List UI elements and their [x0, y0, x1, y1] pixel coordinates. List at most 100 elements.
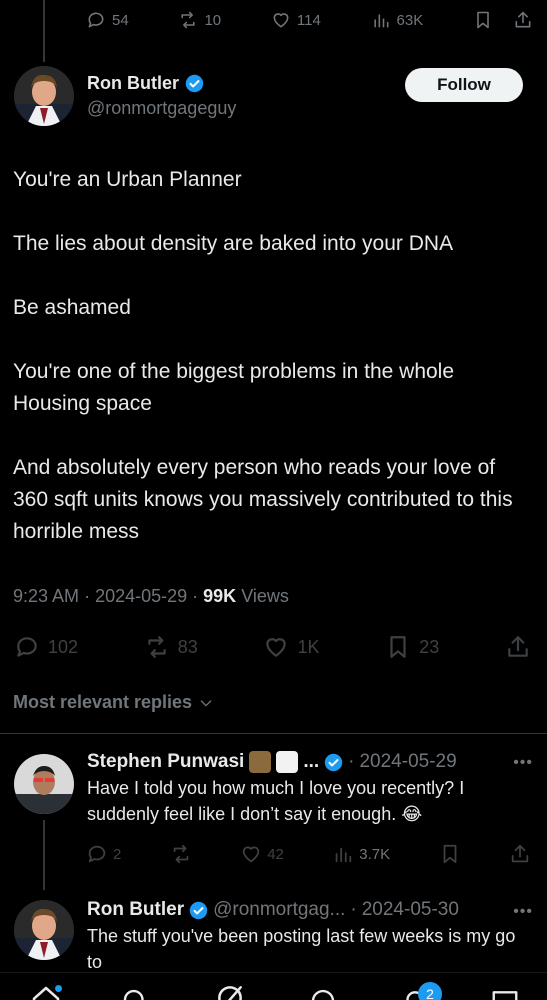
reply-author-name[interactable]: Ron Butler	[87, 899, 184, 921]
tweet-views-count: 99K	[203, 586, 237, 606]
views-count: 3.7K	[359, 845, 391, 863]
heart-icon	[242, 846, 260, 863]
reply-date[interactable]: 2024-05-29	[359, 751, 456, 773]
bottom-navigation	[0, 972, 547, 1000]
follow-button[interactable]: Follow	[405, 68, 523, 102]
bookmark-count: 23	[419, 636, 440, 657]
bookmark-icon	[443, 844, 456, 864]
reply-actions: 2 42 3.7K	[86, 843, 531, 865]
reply-author-name[interactable]: Stephen Punwasi	[87, 751, 244, 773]
reply-button[interactable]: 54	[86, 10, 129, 30]
author-avatar[interactable]	[14, 66, 74, 126]
verified-badge-icon	[324, 753, 343, 771]
bookmark-button[interactable]	[439, 843, 461, 865]
author-name[interactable]: Ron Butler	[87, 73, 179, 94]
separator: ·	[192, 586, 204, 606]
author-handle[interactable]: @ronmortgageguy	[87, 98, 236, 119]
separator: ·	[84, 586, 96, 606]
tweet-paragraph: You're one of the biggest problems in th…	[13, 360, 455, 415]
chevron-down-icon	[200, 699, 212, 706]
share-button[interactable]	[505, 634, 531, 660]
like-count: 114	[296, 11, 321, 29]
repost-button[interactable]: 10	[178, 10, 221, 30]
bookmark-icon[interactable]	[473, 10, 493, 30]
search-icon[interactable]	[120, 986, 150, 1000]
more-options-icon[interactable]: •••	[513, 903, 533, 921]
chart-decreasing-emoji-icon	[276, 751, 299, 773]
repost-icon	[181, 11, 196, 29]
messages-icon[interactable]	[490, 986, 520, 1000]
thread-connector-line	[43, 820, 45, 890]
reply-button[interactable]: 2	[86, 843, 121, 865]
reply-author-avatar[interactable]	[14, 900, 74, 960]
verified-badge-icon	[189, 901, 208, 919]
home-unread-dot	[55, 985, 62, 992]
tweet-paragraph: The lies about density are baked into yo…	[13, 232, 454, 255]
notifications-badge: 2	[418, 982, 442, 1000]
reply-icon	[17, 637, 37, 657]
reply-count: 102	[48, 636, 79, 657]
divider	[0, 733, 547, 734]
repost-button[interactable]	[170, 843, 192, 865]
author-info[interactable]: Ron Butler @ronmortgageguy	[87, 73, 236, 119]
verified-badge-icon	[185, 74, 204, 93]
views-button[interactable]: 3.7K	[332, 843, 390, 865]
reply-count: 54	[112, 11, 129, 29]
repost-button[interactable]: 83	[144, 634, 198, 660]
reply-item[interactable]: Stephen Punwasi ... · 2024-05-29 Have I …	[87, 751, 527, 827]
name-truncation: ...	[303, 751, 320, 772]
share-button[interactable]	[509, 843, 531, 865]
reply-author-avatar[interactable]	[14, 754, 74, 814]
replies-sort-label: Most relevant replies	[13, 692, 193, 712]
communities-icon[interactable]	[308, 986, 338, 1000]
views-button[interactable]: 63K	[371, 10, 424, 30]
analytics-icon	[373, 14, 389, 28]
share-icon[interactable]	[513, 10, 533, 30]
avatar-image	[14, 900, 74, 960]
views-count: 63K	[396, 11, 424, 29]
reply-header: Ron Butler @ronmortgag... · 2024-05-30	[87, 899, 527, 921]
like-button[interactable]: 114	[271, 10, 321, 30]
like-button[interactable]: 42	[240, 843, 284, 865]
tweet-views-label: Views	[241, 586, 289, 606]
reply-author-handle[interactable]: @ronmortgag...	[213, 899, 345, 921]
tweet-text: You're an Urban Planner The lies about d…	[13, 164, 528, 548]
reply-count: 2	[113, 845, 122, 863]
reply-text: The stuff you've been posting last few w…	[87, 926, 516, 972]
tweet-actions: 102 83 1K 23	[14, 632, 531, 662]
like-count: 1K	[297, 636, 320, 657]
heart-icon	[266, 638, 287, 657]
tweet-time[interactable]: 9:23 AM	[13, 586, 79, 606]
bookmark-button[interactable]: 23	[385, 634, 439, 660]
repost-icon	[173, 844, 189, 864]
house-emoji-icon	[249, 751, 272, 773]
avatar-image	[14, 754, 74, 814]
share-icon	[511, 844, 529, 863]
reply-icon	[88, 12, 104, 28]
bookmark-icon	[390, 636, 406, 658]
tweet-paragraph: Be ashamed	[13, 296, 131, 319]
tweet-paragraph: And absolutely every person who reads yo…	[13, 456, 513, 543]
separator: ·	[350, 899, 357, 920]
grok-icon[interactable]	[214, 982, 246, 1000]
reply-text: Have I told you how much I love you rece…	[87, 778, 465, 824]
tweet-paragraph: You're an Urban Planner	[13, 168, 242, 191]
more-options-icon[interactable]: •••	[513, 754, 533, 772]
reply-button[interactable]: 102	[14, 634, 78, 660]
replies-sort-dropdown[interactable]: Most relevant replies	[13, 692, 214, 713]
heart-icon	[273, 13, 289, 28]
separator: ·	[348, 751, 355, 772]
tweet-metadata: 9:23 AM · 2024-05-29 · 99K Views	[13, 586, 289, 607]
avatar-image	[14, 66, 74, 126]
like-count: 42	[267, 845, 284, 863]
repost-count: 83	[177, 636, 198, 657]
reply-header: Stephen Punwasi ... · 2024-05-29	[87, 751, 527, 773]
reply-item[interactable]: Ron Butler @ronmortgag... · 2024-05-30 T…	[87, 899, 527, 975]
reply-date[interactable]: 2024-05-30	[362, 899, 459, 921]
thread-connector-line	[43, 0, 45, 62]
tweet-date[interactable]: 2024-05-29	[95, 586, 187, 606]
share-icon	[508, 636, 528, 657]
like-button[interactable]: 1K	[263, 634, 320, 660]
repost-icon	[148, 636, 166, 658]
reply-icon	[88, 845, 106, 863]
